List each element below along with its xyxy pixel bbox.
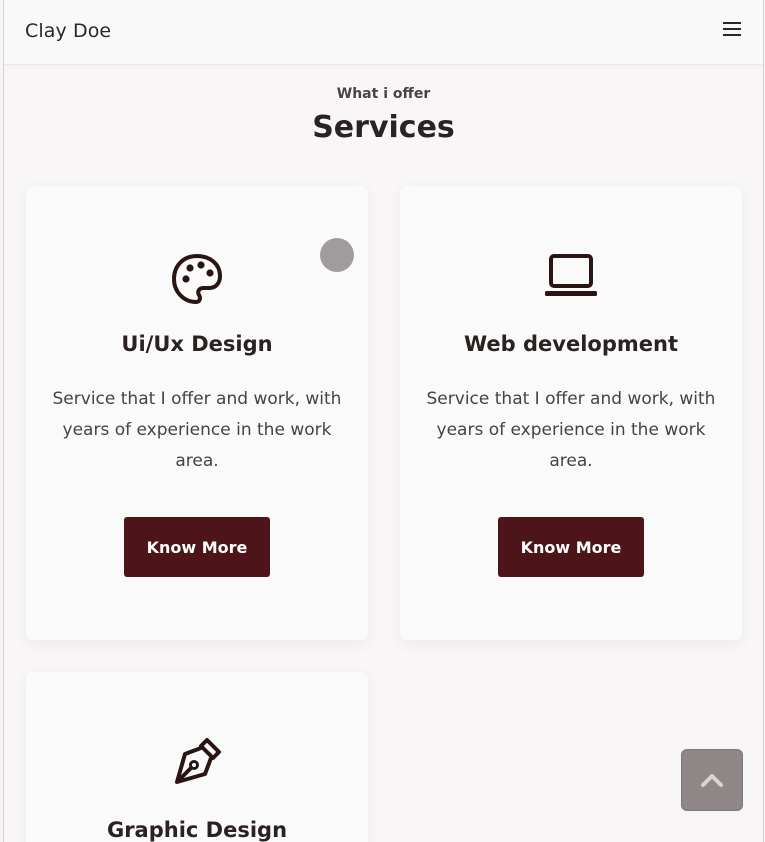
service-card-graphic-design: Graphic Design — [26, 672, 368, 842]
card-description: Service that I offer and work, with year… — [426, 389, 716, 471]
card-title: Ui/Ux Design — [121, 332, 273, 356]
service-card-uiux: Ui/Ux Design Service that I offer and wo… — [26, 186, 368, 640]
card-title: Graphic Design — [106, 818, 288, 842]
laptop-icon — [544, 252, 598, 300]
card-title: Web development — [464, 332, 678, 356]
card-description: Service that I offer and work, with year… — [52, 389, 342, 471]
palette-icon — [170, 252, 224, 306]
chevron-up-icon — [701, 774, 723, 787]
cursor-indicator — [320, 238, 354, 272]
scroll-to-top-button[interactable] — [681, 749, 743, 811]
brand-logo[interactable]: Clay Doe — [25, 20, 111, 42]
navbar: Clay Doe — [4, 0, 763, 65]
know-more-button[interactable]: Know More — [124, 517, 270, 577]
hamburger-menu-icon[interactable] — [723, 22, 741, 38]
know-more-button[interactable]: Know More — [498, 517, 644, 577]
section-title: Services — [312, 110, 455, 145]
section-subtitle: What i offer — [336, 86, 431, 102]
page-frame: Clay Doe What i offer Services Ui/Ux Des… — [3, 0, 764, 842]
service-card-web-development: Web development Service that I offer and… — [400, 186, 742, 640]
pen-nib-icon — [171, 736, 223, 788]
